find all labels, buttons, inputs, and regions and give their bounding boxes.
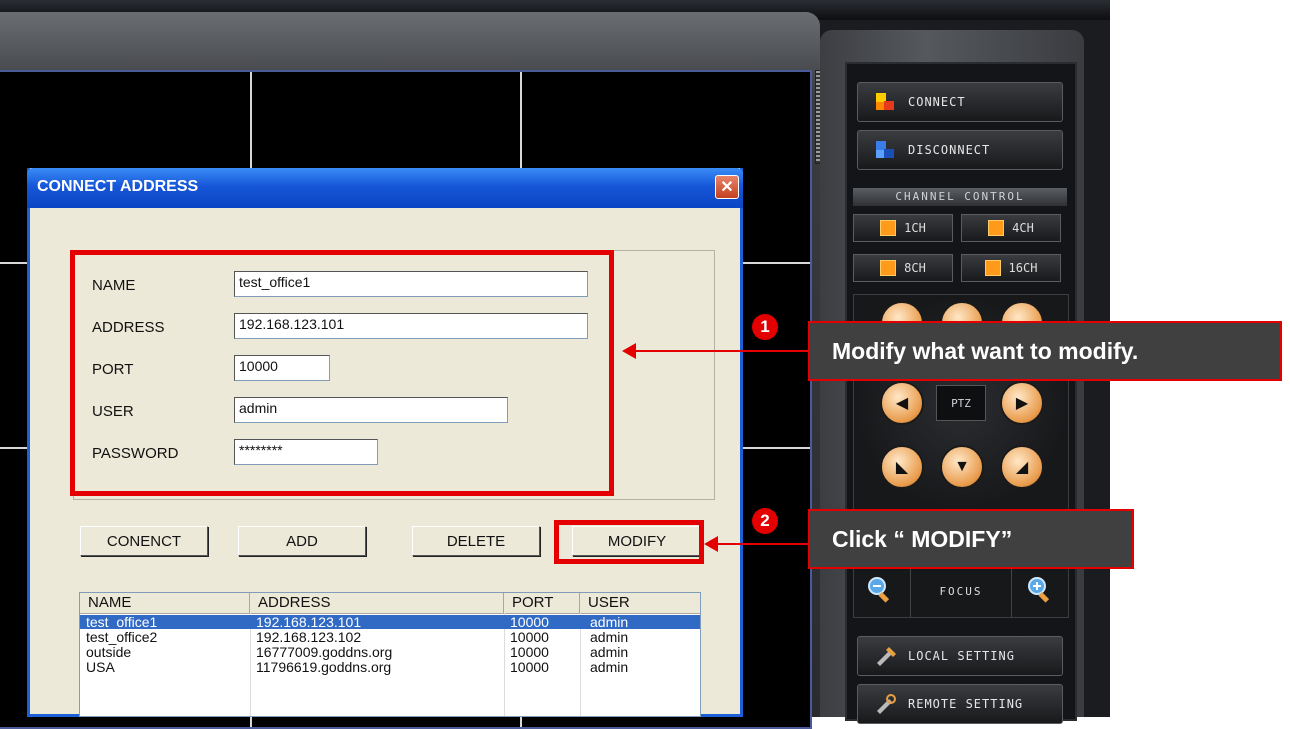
cell-user: admin bbox=[590, 644, 629, 660]
arrow-down-left-icon: ◣ bbox=[895, 459, 909, 476]
cell-address: 11796619.goddns.org bbox=[256, 659, 392, 675]
list-row[interactable]: outside 16777009.goddns.org 10000 admin bbox=[80, 645, 700, 659]
modify-highlight-box bbox=[554, 520, 704, 564]
step-badge-1: 1 bbox=[752, 314, 778, 340]
fields-highlight-box bbox=[70, 250, 614, 496]
close-button[interactable]: ✕ bbox=[715, 175, 739, 199]
cell-port: 10000 bbox=[510, 659, 549, 675]
magnifier-plus-icon[interactable] bbox=[1026, 575, 1054, 603]
callout-click-modify: Click “ MODIFY” bbox=[808, 509, 1134, 569]
ch16-label: 16CH bbox=[1008, 261, 1038, 275]
channel-icon bbox=[880, 260, 897, 276]
ch4-label: 4CH bbox=[1012, 221, 1034, 235]
ptz-label: PTZ bbox=[936, 385, 986, 421]
arrow-head-2 bbox=[704, 536, 718, 552]
disconnect-icon bbox=[876, 141, 894, 158]
column-header-name[interactable]: NAME bbox=[80, 593, 250, 613]
local-setting-button[interactable]: LOCAL SETTING bbox=[857, 636, 1063, 676]
list-header: NAME ADDRESS PORT USER bbox=[80, 593, 700, 614]
arrow-head-1 bbox=[622, 343, 636, 359]
ptz-left-button[interactable]: ◀ bbox=[880, 381, 924, 425]
column-header-user[interactable]: USER bbox=[580, 593, 700, 613]
list-row-selected[interactable]: test_office1 192.168.123.101 10000 admin bbox=[80, 615, 700, 629]
channel-icon bbox=[988, 220, 1005, 236]
remote-tools-icon bbox=[877, 694, 896, 714]
cell-name: USA bbox=[86, 659, 115, 675]
cell-user: admin bbox=[590, 614, 629, 630]
column-header-address[interactable]: ADDRESS bbox=[250, 593, 504, 613]
cell-user: admin bbox=[590, 629, 629, 645]
column-header-port[interactable]: PORT bbox=[504, 593, 580, 613]
focus-control: FOCUS bbox=[853, 564, 1069, 618]
arrow-down-icon: ▼ bbox=[954, 458, 970, 475]
control-panel: CONNECT DISCONNECT CHANNEL CONTROL 1CH 4… bbox=[845, 62, 1077, 724]
remote-setting-button[interactable]: REMOTE SETTING bbox=[857, 684, 1063, 724]
list-row[interactable]: test_office2 192.168.123.102 10000 admin bbox=[80, 630, 700, 644]
delete-button[interactable]: DELETE bbox=[412, 526, 540, 556]
ch1-label: 1CH bbox=[904, 221, 926, 235]
remote-setting-label: REMOTE SETTING bbox=[908, 697, 1024, 711]
cell-address: 16777009.goddns.org bbox=[256, 644, 393, 660]
ptz-down-right-button[interactable]: ◢ bbox=[1000, 445, 1044, 489]
cell-address: 192.168.123.101 bbox=[256, 614, 362, 630]
step-badge-2: 2 bbox=[752, 508, 778, 534]
ptz-down-left-button[interactable]: ◣ bbox=[880, 445, 924, 489]
cell-port: 10000 bbox=[510, 644, 549, 660]
ch8-button[interactable]: 8CH bbox=[853, 254, 953, 282]
callout-modify-fields: Modify what want to modify. bbox=[808, 321, 1282, 381]
disconnect-button[interactable]: DISCONNECT bbox=[857, 130, 1063, 170]
dialog-title: CONNECT ADDRESS bbox=[37, 178, 199, 195]
local-setting-label: LOCAL SETTING bbox=[908, 649, 1015, 663]
channel-control-title: CHANNEL CONTROL bbox=[853, 188, 1067, 206]
channel-icon bbox=[984, 260, 1001, 276]
cell-name: outside bbox=[86, 644, 132, 660]
ch8-label: 8CH bbox=[904, 261, 926, 275]
magnifier-minus-icon[interactable] bbox=[866, 575, 894, 603]
arrow-line-1 bbox=[636, 350, 808, 352]
cell-user: admin bbox=[590, 659, 629, 675]
cell-name: test_office2 bbox=[86, 629, 158, 645]
dialog-titlebar[interactable]: CONNECT ADDRESS ✕ bbox=[27, 168, 743, 208]
cell-name: test_office1 bbox=[86, 614, 158, 630]
connect-button[interactable]: CONNECT bbox=[857, 82, 1063, 122]
list-row[interactable]: USA 11796619.goddns.org 10000 admin bbox=[80, 660, 700, 674]
connect-icon bbox=[876, 93, 894, 110]
ptz-down-button[interactable]: ▼ bbox=[940, 445, 984, 489]
cell-port: 10000 bbox=[510, 629, 549, 645]
arrow-line-2 bbox=[718, 543, 808, 545]
disconnect-label: DISCONNECT bbox=[908, 143, 991, 157]
tools-icon bbox=[877, 647, 896, 666]
ch1-button[interactable]: 1CH bbox=[853, 214, 953, 242]
cell-port: 10000 bbox=[510, 614, 549, 630]
arrow-left-icon: ◀ bbox=[895, 395, 909, 412]
connect-dialog-button[interactable]: CONENCT bbox=[80, 526, 208, 556]
cell-address: 192.168.123.102 bbox=[256, 629, 362, 645]
channel-icon bbox=[880, 220, 897, 236]
address-list[interactable]: NAME ADDRESS PORT USER test_office1 192.… bbox=[79, 592, 701, 717]
ch16-button[interactable]: 16CH bbox=[961, 254, 1061, 282]
arrow-down-right-icon: ◢ bbox=[1015, 459, 1029, 476]
connect-label: CONNECT bbox=[908, 95, 966, 109]
arrow-right-icon: ▶ bbox=[1015, 395, 1029, 412]
close-icon: ✕ bbox=[720, 179, 734, 196]
ch4-button[interactable]: 4CH bbox=[961, 214, 1061, 242]
add-button[interactable]: ADD bbox=[238, 526, 366, 556]
ptz-right-button[interactable]: ▶ bbox=[1000, 381, 1044, 425]
focus-label: FOCUS bbox=[910, 565, 1012, 617]
